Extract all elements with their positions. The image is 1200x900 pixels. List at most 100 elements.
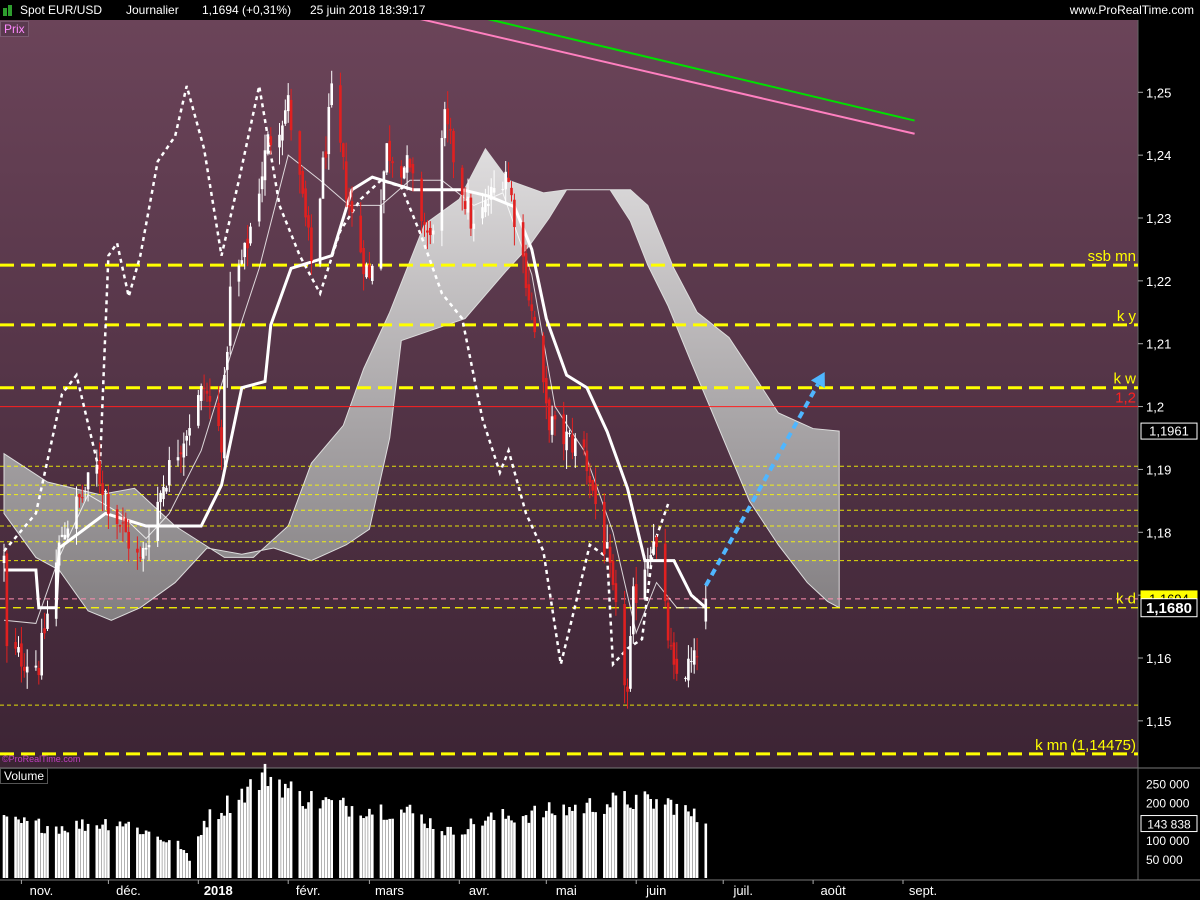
- volume-bar: [643, 791, 647, 878]
- volume-bar: [197, 836, 200, 878]
- volume-bar: [553, 815, 557, 878]
- candle-bullish: [240, 260, 244, 264]
- candle-bearish: [426, 230, 429, 233]
- volume-bar: [324, 797, 328, 878]
- candle-bearish: [391, 161, 394, 164]
- site-link[interactable]: www.ProRealTime.com: [1070, 0, 1194, 20]
- chart-header: Spot EUR/USD Journalier 1,1694 (+0,31%) …: [0, 0, 1200, 20]
- candle-bullish: [249, 226, 252, 244]
- candle-bearish: [695, 656, 699, 658]
- price-tick-label: 1,22: [1146, 274, 1171, 289]
- volume-bar: [278, 779, 281, 878]
- volume-bar: [301, 806, 304, 878]
- volume-bar: [411, 813, 415, 878]
- candle-bullish: [565, 431, 568, 451]
- volume-bar: [202, 820, 206, 878]
- candle-bearish: [562, 414, 565, 445]
- candle-bearish: [408, 159, 412, 168]
- volume-bar: [443, 835, 447, 878]
- candle-bullish: [382, 171, 386, 201]
- volume-bar: [205, 827, 209, 878]
- volume-bar: [330, 800, 333, 878]
- price-tick-label: 1,18: [1146, 525, 1171, 540]
- candle-bearish: [269, 136, 273, 146]
- period-label: Journalier: [126, 3, 179, 17]
- time-tick-label: mai: [556, 883, 577, 898]
- status-icon: [3, 5, 17, 16]
- chart-root: ssb mn k yk w 1,2 k dk mn (1,14475) 1,25 1,2…: [0, 0, 1200, 900]
- candle-bullish: [95, 464, 99, 474]
- time-tick-label: mars: [375, 883, 404, 898]
- candle-bullish: [402, 167, 406, 179]
- volume-bar: [521, 816, 525, 878]
- candle-bullish: [371, 265, 374, 282]
- candle-bullish: [501, 188, 505, 190]
- candle-bearish: [359, 215, 362, 253]
- volume-bar: [385, 819, 389, 878]
- candle-bearish: [118, 524, 122, 527]
- candle-bearish: [614, 583, 618, 603]
- candle-bullish: [286, 95, 290, 112]
- volume-bar: [426, 828, 429, 878]
- volume-bar: [188, 860, 191, 878]
- volume-bar: [440, 831, 444, 878]
- volume-bar: [199, 834, 203, 878]
- volume-bar: [136, 827, 139, 878]
- candle-bullish: [63, 534, 67, 540]
- volume-bar: [489, 812, 493, 878]
- candle-bearish: [582, 439, 586, 448]
- watermark: ©ProRealTime.com: [2, 754, 81, 764]
- volume-bar: [63, 830, 67, 878]
- volume-bar: [98, 828, 101, 878]
- candle-bearish: [217, 402, 220, 427]
- price-tick-label: 1,15: [1146, 714, 1171, 729]
- candle-bearish: [463, 201, 467, 209]
- volume-bar: [585, 802, 589, 878]
- volume-panel-tag[interactable]: Volume: [0, 768, 49, 784]
- volume-bar: [594, 812, 597, 878]
- candle-bullish: [365, 265, 368, 278]
- candle-bearish: [350, 201, 354, 213]
- candle-bearish: [510, 187, 513, 196]
- volume-bar: [481, 825, 484, 878]
- volume-bar: [121, 826, 125, 878]
- volume-bar: [118, 821, 122, 878]
- volume-bar: [463, 834, 467, 878]
- candle-bullish: [228, 286, 232, 346]
- volume-bar: [257, 789, 261, 878]
- volume-bar: [176, 840, 180, 878]
- price-panel-tag[interactable]: Prix: [0, 21, 29, 37]
- volume-bar: [54, 826, 58, 878]
- candle-bearish: [530, 304, 534, 311]
- volume-bar: [608, 807, 612, 878]
- volume-bar: [220, 812, 223, 878]
- volume-bar: [605, 804, 609, 878]
- candle-bearish: [310, 227, 313, 262]
- volume-bar: [629, 807, 632, 878]
- candle-bullish: [66, 528, 70, 538]
- volume-bar: [46, 826, 49, 878]
- candle-bearish: [626, 686, 629, 692]
- time-tick-label: déc.: [116, 883, 141, 898]
- candle-bullish: [144, 547, 148, 550]
- price-tick-label: 1,24: [1146, 148, 1171, 163]
- candle-bearish: [553, 414, 557, 420]
- candle-bullish: [226, 351, 229, 370]
- price-tick-label: 1,25: [1146, 85, 1171, 100]
- candle-bearish: [342, 143, 345, 158]
- candle-bullish: [162, 486, 165, 500]
- volume-bar: [429, 818, 432, 878]
- volume-bar: [182, 850, 186, 878]
- volume-bar: [159, 839, 162, 878]
- candle-bullish: [60, 534, 64, 537]
- candle-bearish: [20, 643, 23, 667]
- volume-bar: [588, 798, 592, 878]
- candle-bullish: [684, 677, 687, 680]
- volume-bar: [527, 822, 531, 878]
- volume-bar: [692, 808, 696, 878]
- candle-bullish: [199, 385, 203, 401]
- volume-bar: [649, 798, 652, 878]
- volume-bar: [400, 809, 403, 878]
- candle-bearish: [115, 509, 119, 524]
- candle-bullish: [197, 395, 200, 426]
